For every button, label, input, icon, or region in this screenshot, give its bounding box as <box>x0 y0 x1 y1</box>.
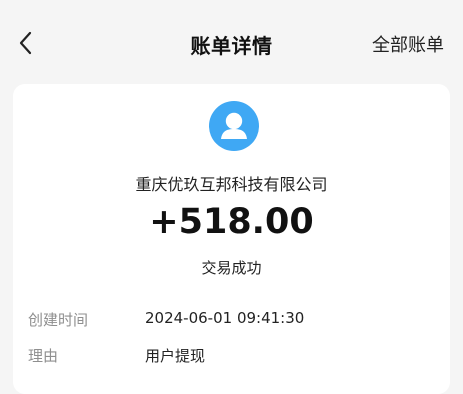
created-time-value: 2024-06-01 09:41:30 <box>145 309 305 327</box>
reason-value: 用户提现 <box>145 347 206 365</box>
bill-detail-card: 重庆优玖互邦科技有限公司 +518.00 交易成功 创建时间 2024-06-0… <box>13 84 450 394</box>
top-navigation-bar: 账单详情 全部账单 <box>0 0 463 84</box>
user-avatar-icon <box>209 101 259 151</box>
all-bills-link[interactable]: 全部账单 <box>372 31 444 57</box>
transaction-status: 交易成功 <box>201 259 262 277</box>
reason-row: 理由 用户提现 <box>28 345 428 367</box>
merchant-name: 重庆优玖互邦科技有限公司 <box>135 175 328 194</box>
reason-label: 理由 <box>28 347 59 365</box>
person-icon <box>221 112 247 139</box>
transaction-amount: +518.00 <box>149 202 314 242</box>
created-time-row: 创建时间 2024-06-01 09:41:30 <box>28 309 428 331</box>
created-time-label: 创建时间 <box>28 311 89 329</box>
